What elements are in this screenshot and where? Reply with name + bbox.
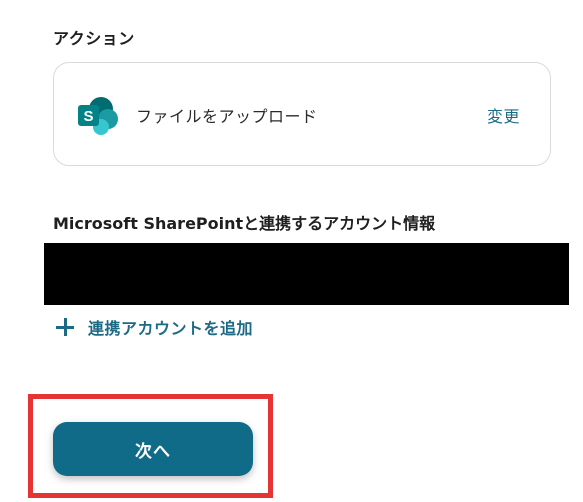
action-card: S ファイルをアップロード 変更 — [53, 62, 551, 166]
sharepoint-logo-letter: S — [83, 108, 93, 125]
account-info-heading: Microsoft SharePointと連携するアカウント情報 — [53, 214, 436, 233]
redacted-account-info — [44, 243, 569, 305]
change-action-link[interactable]: 変更 — [487, 103, 520, 127]
next-button[interactable]: 次へ — [53, 422, 253, 476]
next-button-label: 次へ — [135, 441, 171, 462]
add-linked-account-label: 連携アカウントを追加 — [88, 319, 254, 338]
action-section-label: アクション — [53, 29, 135, 48]
plus-icon — [56, 318, 74, 336]
add-linked-account-button[interactable]: 連携アカウントを追加 — [56, 314, 253, 340]
action-name: ファイルをアップロード — [136, 107, 318, 126]
sharepoint-logo-icon: S — [76, 96, 120, 136]
